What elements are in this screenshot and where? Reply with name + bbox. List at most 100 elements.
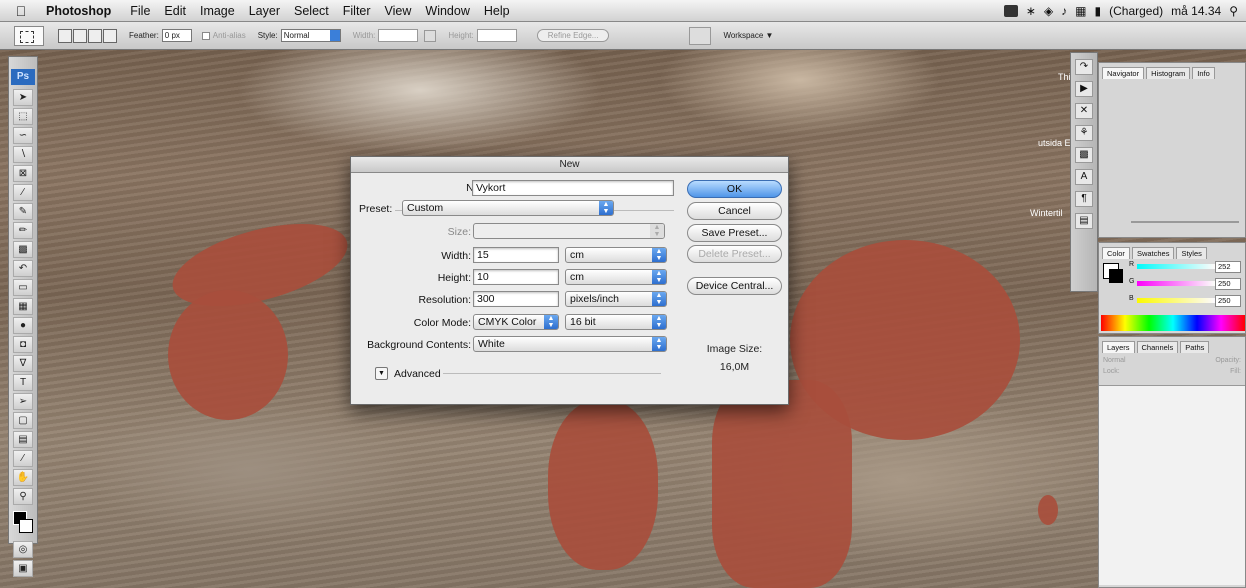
bit-depth-select[interactable]: 16 bit ▲ ▼ — [565, 314, 667, 330]
lasso-tool-icon[interactable]: ∽ — [13, 127, 33, 144]
swap-icon[interactable] — [424, 29, 437, 42]
subtract-selection-icon[interactable] — [88, 28, 102, 43]
paragraph-icon[interactable]: ¶ — [1075, 191, 1093, 207]
color-swatches[interactable] — [13, 511, 33, 535]
menu-help[interactable]: Help — [484, 4, 510, 18]
blur-tool-icon[interactable]: ● — [13, 317, 33, 334]
bridge-icon[interactable] — [689, 26, 712, 45]
intersect-selection-icon[interactable] — [103, 28, 117, 43]
tab-swatches[interactable]: Swatches — [1131, 247, 1175, 259]
ps-logo[interactable]: Ps — [11, 69, 35, 85]
feather-input[interactable]: 0 px — [161, 29, 192, 42]
dodge-tool-icon[interactable]: ◘ — [13, 336, 33, 353]
menu-filter[interactable]: Filter — [343, 4, 371, 18]
blue-slider[interactable] — [1137, 298, 1215, 303]
healing-brush-icon[interactable]: ✎ — [13, 203, 33, 220]
eraser-tool-icon[interactable]: ▭ — [13, 279, 33, 296]
quick-mask-icon[interactable]: ◎ — [13, 541, 33, 558]
tab-navigator[interactable]: Navigator — [1102, 67, 1145, 79]
type-tool-icon[interactable]: T — [13, 374, 33, 391]
volume-icon[interactable]: ♪ — [1061, 4, 1067, 18]
menu-view[interactable]: View — [385, 4, 412, 18]
delete-preset-button[interactable]: Delete Preset... — [687, 245, 782, 263]
brushes-icon[interactable]: ⚘ — [1075, 125, 1093, 141]
advanced-toggle[interactable]: ▼ Advanced — [375, 367, 441, 380]
move-tool-icon[interactable]: ➤ — [13, 89, 33, 106]
tab-layers[interactable]: Layers — [1102, 341, 1135, 353]
tab-info[interactable]: Info — [1192, 67, 1215, 79]
cancel-button[interactable]: Cancel — [687, 202, 782, 220]
color-spectrum[interactable] — [1101, 315, 1245, 331]
antialias-checkbox[interactable] — [201, 31, 210, 40]
name-field[interactable]: Vykort — [472, 180, 674, 196]
history-icon[interactable]: ↷ — [1075, 59, 1093, 75]
tab-channels[interactable]: Channels — [1136, 341, 1179, 353]
history-brush-icon[interactable]: ↶ — [13, 260, 33, 277]
new-selection-icon[interactable] — [58, 28, 72, 43]
layers-list[interactable] — [1099, 385, 1245, 585]
background-swatch[interactable] — [1109, 269, 1123, 283]
background-contents-select[interactable]: White ▲ ▼ — [473, 336, 667, 352]
display-icon[interactable] — [1003, 5, 1018, 17]
screen-mode-icon[interactable]: ▣ — [13, 560, 33, 577]
marquee-tool-icon[interactable]: ⬚ — [13, 108, 33, 125]
path-selection-icon[interactable]: ➢ — [13, 393, 33, 410]
wifi-icon[interactable]: ◈ — [1044, 4, 1053, 18]
tool-presets-icon[interactable]: ✕ — [1075, 103, 1093, 119]
shape-tool-icon[interactable]: ▢ — [13, 412, 33, 429]
style-select[interactable]: Normal — [280, 29, 341, 42]
tab-color[interactable]: Color — [1102, 247, 1130, 259]
marquee-tool-preset[interactable] — [14, 25, 44, 46]
layer-comps-icon[interactable]: ▤ — [1075, 213, 1093, 229]
menu-image[interactable]: Image — [200, 4, 235, 18]
blend-mode-select[interactable]: Normal — [1103, 357, 1126, 364]
bluetooth-icon[interactable]: ∗ — [1026, 4, 1036, 18]
zoom-slider[interactable] — [1131, 221, 1239, 231]
battery-status[interactable]: (Charged) — [1109, 4, 1163, 18]
refine-edge-button[interactable]: Refine Edge... — [536, 29, 610, 42]
apple-icon[interactable]:  — [6, 3, 36, 19]
green-value[interactable]: 250 — [1215, 278, 1241, 290]
height-input[interactable] — [476, 29, 517, 42]
character-icon[interactable]: A — [1075, 169, 1093, 185]
menu-select[interactable]: Select — [294, 4, 329, 18]
menu-file[interactable]: File — [130, 4, 150, 18]
clock[interactable]: må 14.34 — [1171, 4, 1221, 18]
size-select[interactable]: ▲ ▼ — [473, 223, 665, 239]
hand-tool-icon[interactable]: ✋ — [13, 469, 33, 486]
crop-tool-icon[interactable]: ⊠ — [13, 165, 33, 182]
flag-icon[interactable]: ▦ — [1075, 4, 1086, 18]
green-slider[interactable] — [1137, 281, 1215, 286]
spotlight-icon[interactable]: ⚲ — [1229, 4, 1238, 18]
height-unit-select[interactable]: cm ▲ ▼ — [565, 269, 667, 285]
actions-icon[interactable]: ▶ — [1075, 81, 1093, 97]
workspace-menu[interactable]: Workspace ▼ — [723, 31, 773, 40]
menu-window[interactable]: Window — [425, 4, 469, 18]
add-selection-icon[interactable] — [73, 28, 87, 43]
device-central-button[interactable]: Device Central... — [687, 277, 782, 295]
width-field[interactable]: 15 — [473, 247, 559, 263]
gradient-tool-icon[interactable]: ▦ — [13, 298, 33, 315]
brush-tool-icon[interactable]: ✏ — [13, 222, 33, 239]
background-color[interactable] — [19, 519, 33, 533]
menu-layer[interactable]: Layer — [249, 4, 280, 18]
ok-button[interactable]: OK — [687, 180, 782, 198]
save-preset-button[interactable]: Save Preset... — [687, 224, 782, 242]
notes-tool-icon[interactable]: ▤ — [13, 431, 33, 448]
pen-tool-icon[interactable]: ∇ — [13, 355, 33, 372]
eyedropper-icon[interactable]: ⁄ — [13, 450, 33, 467]
zoom-tool-icon[interactable]: ⚲ — [13, 488, 33, 505]
color-mode-select[interactable]: CMYK Color ▲ ▼ — [473, 314, 559, 330]
app-menu[interactable]: Photoshop — [46, 4, 111, 18]
width-input[interactable] — [378, 29, 419, 42]
tab-paths[interactable]: Paths — [1180, 341, 1210, 353]
clone-stamp-icon[interactable]: ▩ — [13, 241, 33, 258]
clone-source-icon[interactable]: ▩ — [1075, 147, 1093, 163]
menu-edit[interactable]: Edit — [164, 4, 186, 18]
tab-styles[interactable]: Styles — [1176, 247, 1207, 259]
magic-wand-icon[interactable]: ∖ — [13, 146, 33, 163]
resolution-field[interactable]: 300 — [473, 291, 559, 307]
width-unit-select[interactable]: cm ▲ ▼ — [565, 247, 667, 263]
preset-select[interactable]: Custom ▲ ▼ — [402, 200, 614, 216]
slice-tool-icon[interactable]: ∕ — [13, 184, 33, 201]
